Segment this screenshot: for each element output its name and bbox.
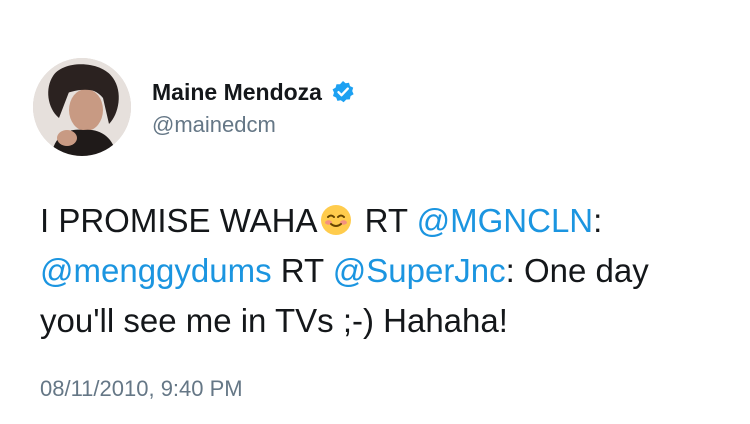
display-name[interactable]: Maine Mendoza (152, 79, 322, 106)
tweet-text: I PROMISE WAHA RT @MGNCLN: @menggydums R… (40, 196, 730, 346)
user-name-row: Maine Mendoza (152, 77, 355, 107)
tweet-text-segment: RT (271, 252, 333, 289)
mention-link[interactable]: @menggydums (40, 252, 272, 289)
profile-photo-icon (33, 58, 131, 156)
mention-link[interactable]: @MGNCLN (417, 202, 594, 239)
tweet-text-segment: I PROMISE WAHA (40, 202, 318, 239)
tweet-timestamp[interactable]: 08/11/2010, 9:40 PM (40, 376, 243, 402)
user-handle[interactable]: @mainedcm (152, 112, 276, 138)
tweet-text-segment: RT (355, 202, 417, 239)
tweet-text-segment: : (593, 202, 603, 239)
verified-badge-icon (331, 80, 355, 104)
smiling-face-with-blush-emoji-icon (319, 201, 353, 235)
tweet-card: Maine Mendoza @mainedcm I PROMISE WAHA R… (0, 0, 750, 424)
mention-link[interactable]: @SuperJnc (333, 252, 506, 289)
avatar[interactable] (33, 58, 131, 156)
